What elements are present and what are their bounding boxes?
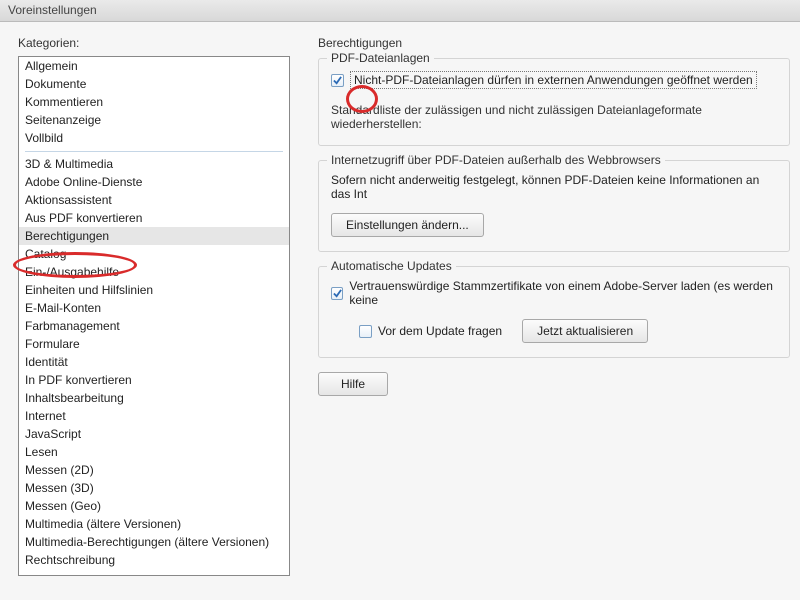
category-item[interactable]: Ein-/Ausgabehilfe (19, 263, 289, 281)
category-item[interactable]: Multimedia (ältere Versionen) (19, 515, 289, 533)
update-now-button[interactable]: Jetzt aktualisieren (522, 319, 648, 343)
category-item[interactable]: Messen (2D) (19, 461, 289, 479)
checkbox-trusted-certs[interactable] (331, 287, 343, 300)
category-item[interactable]: Messen (Geo) (19, 497, 289, 515)
group-legend: Internetzugriff über PDF-Dateien außerha… (327, 153, 665, 167)
category-item[interactable]: Berechtigungen (19, 227, 289, 245)
preferences-dialog: Kategorien: AllgemeinDokumenteKommentier… (0, 22, 800, 600)
category-item[interactable]: Formulare (19, 335, 289, 353)
category-item[interactable]: Messen (3D) (19, 479, 289, 497)
category-item[interactable]: Inhaltsbearbeitung (19, 389, 289, 407)
checkbox-ask-before-update[interactable] (359, 325, 372, 338)
categories-label: Kategorien: (18, 36, 290, 50)
category-item[interactable]: Lesen (19, 443, 289, 461)
category-item[interactable]: Rechtschreibung (19, 551, 289, 569)
category-item[interactable]: Multimedia-Berechtigungen (ältere Versio… (19, 533, 289, 551)
category-item[interactable]: Vollbild (19, 129, 289, 147)
category-item[interactable]: Farbmanagement (19, 317, 289, 335)
internet-info-text: Sofern nicht anderweitig festgelegt, kön… (331, 173, 777, 201)
group-auto-updates: Automatische Updates Vertrauenswürdige S… (318, 266, 790, 358)
categories-panel: Kategorien: AllgemeinDokumenteKommentier… (18, 36, 290, 576)
category-item[interactable]: Kommentieren (19, 93, 289, 111)
group-internet-access: Internetzugriff über PDF-Dateien außerha… (318, 160, 790, 252)
categories-list[interactable]: AllgemeinDokumenteKommentierenSeitenanze… (18, 56, 290, 576)
category-item[interactable]: Allgemein (19, 57, 289, 75)
category-item[interactable]: Catalog (19, 245, 289, 263)
category-item[interactable]: Identität (19, 353, 289, 371)
help-button[interactable]: Hilfe (318, 372, 388, 396)
category-item[interactable]: In PDF konvertieren (19, 371, 289, 389)
settings-panel: Berechtigungen PDF-Dateianlagen Nicht-PD… (318, 36, 790, 396)
category-item[interactable]: JavaScript (19, 425, 289, 443)
group-legend: PDF-Dateianlagen (327, 51, 434, 65)
category-item[interactable]: Aus PDF konvertieren (19, 209, 289, 227)
category-item[interactable]: Seitenanzeige (19, 111, 289, 129)
panel-title: Berechtigungen (318, 36, 790, 50)
category-item[interactable]: Einheiten und Hilfslinien (19, 281, 289, 299)
category-item[interactable]: E-Mail-Konten (19, 299, 289, 317)
window-title: Voreinstellungen (8, 3, 97, 17)
category-item[interactable]: Adobe Online-Dienste (19, 173, 289, 191)
checkbox-external-apps-label: Nicht-PDF-Dateianlagen dürfen in externe… (350, 71, 757, 89)
window-titlebar: Voreinstellungen (0, 0, 800, 22)
category-item[interactable]: Dokumente (19, 75, 289, 93)
category-separator (25, 151, 283, 152)
category-item[interactable]: 3D & Multimedia (19, 155, 289, 173)
group-legend: Automatische Updates (327, 259, 456, 273)
group-pdf-attachments: PDF-Dateianlagen Nicht-PDF-Dateianlagen … (318, 58, 790, 146)
checkbox-trusted-certs-label: Vertrauenswürdige Stammzertifikate von e… (349, 279, 777, 307)
change-settings-button[interactable]: Einstellungen ändern... (331, 213, 484, 237)
category-item[interactable]: Internet (19, 407, 289, 425)
category-item[interactable]: Aktionsassistent (19, 191, 289, 209)
restore-defaults-text: Standardliste der zulässigen und nicht z… (331, 103, 777, 131)
checkbox-ask-before-update-label: Vor dem Update fragen (378, 324, 502, 338)
checkbox-external-apps[interactable] (331, 74, 344, 87)
